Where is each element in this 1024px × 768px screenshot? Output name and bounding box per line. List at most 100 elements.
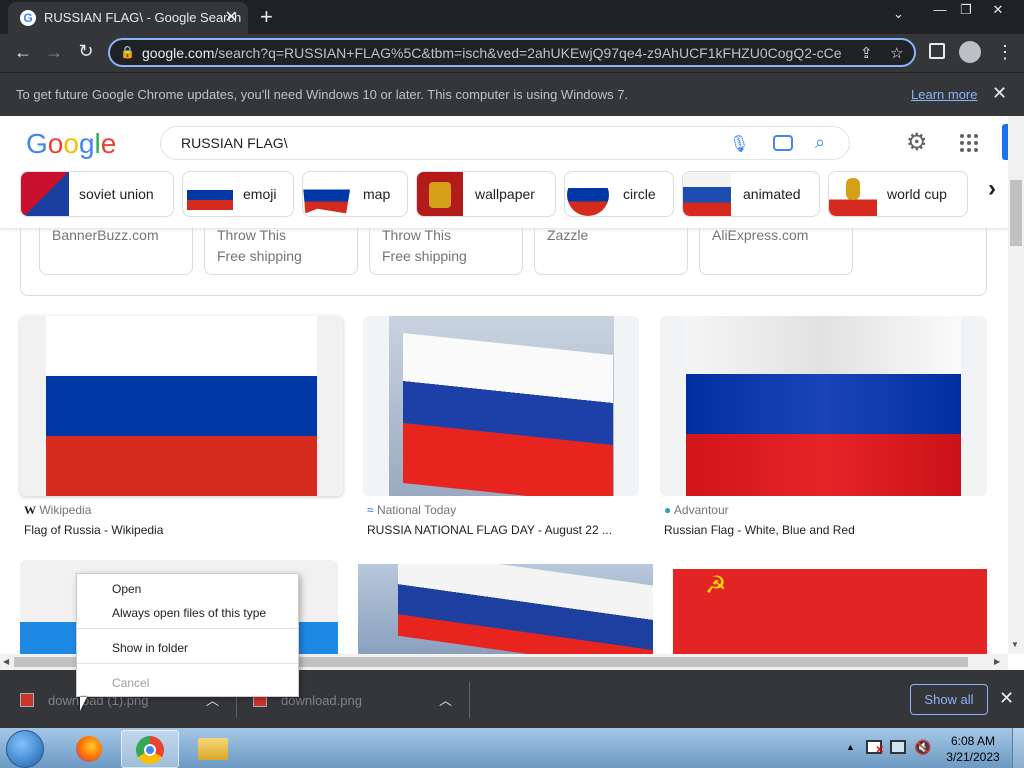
waving-flag	[403, 332, 613, 496]
learn-more-link[interactable]: Learn more	[911, 87, 977, 102]
firefox-icon	[76, 736, 102, 762]
image-result-advantour[interactable]	[660, 316, 987, 496]
close-window-button[interactable]: ✕	[982, 0, 1014, 20]
chip-label: map	[363, 186, 391, 202]
menu-item-open[interactable]: Open	[112, 582, 141, 596]
result-source[interactable]: ≈ National Today	[367, 503, 456, 517]
camera-lens-icon[interactable]	[773, 135, 793, 151]
browser-tab[interactable]: G RUSSIAN FLAG\ - Google Search ✕	[8, 2, 248, 34]
chip-animated[interactable]: animated	[682, 171, 820, 217]
chip-soviet-union[interactable]: soviet union	[20, 171, 174, 217]
shopping-card[interactable]: Throw This Free shipping	[204, 227, 358, 275]
search-query[interactable]: RUSSIAN FLAG\	[181, 135, 288, 151]
card-store: Zazzle	[547, 227, 589, 243]
card-store: Throw This	[217, 227, 286, 243]
action-center-flag-icon[interactable]: ✕	[866, 740, 884, 756]
infobar-message: To get future Google Chrome updates, you…	[16, 87, 629, 102]
share-icon[interactable]: ⇪	[860, 44, 873, 62]
shopping-card[interactable]: Throw This Free shipping	[369, 227, 523, 275]
menu-separator	[77, 663, 298, 664]
result-caption[interactable]: RUSSIA NATIONAL FLAG DAY - August 22 ...	[367, 523, 612, 537]
chip-map[interactable]: map	[302, 171, 408, 217]
forward-arrow-icon[interactable]: →	[43, 42, 65, 63]
tab-search-chevron-icon[interactable]: ⌄	[893, 6, 904, 22]
card-store: AliExpress.com	[712, 227, 809, 243]
image-result-soviet-flag[interactable]: ☭	[673, 569, 987, 654]
clock-date: 3/21/2023	[946, 750, 1000, 764]
result-caption[interactable]: Flag of Russia - Wikipedia	[24, 523, 163, 537]
result-caption[interactable]: Russian Flag - White, Blue and Red	[664, 523, 855, 537]
download-shelf-close-icon[interactable]: ✕	[999, 688, 1014, 709]
taskbar-clock[interactable]: 6:08 AM 3/21/2023	[938, 733, 1008, 765]
address-bar[interactable]: 🔒 google.com/search?q=RUSSIAN+FLAG%5C&tb…	[108, 38, 916, 67]
clock-time: 6:08 AM	[950, 734, 996, 748]
menu-kebab-icon[interactable]: ⋮	[996, 42, 1014, 63]
update-infobar: To get future Google Chrome updates, you…	[0, 72, 1024, 116]
chip-thumbnail	[187, 180, 233, 210]
scroll-down-arrow-icon[interactable]: ▼	[1011, 640, 1019, 649]
card-shipping: Free shipping	[217, 248, 302, 264]
profile-avatar-icon[interactable]	[959, 41, 981, 63]
mouse-cursor-icon	[80, 697, 87, 711]
restore-button[interactable]: ❐	[950, 0, 982, 20]
search-icon[interactable]: ⌕	[815, 132, 825, 153]
chip-thumbnail	[21, 172, 69, 216]
image-result-national-today[interactable]	[363, 316, 639, 496]
chip-label: soviet union	[79, 186, 154, 202]
flag-white-stripe	[46, 316, 317, 376]
windows-start-button[interactable]	[6, 730, 44, 768]
network-icon[interactable]	[890, 740, 906, 754]
microphone-icon[interactable]: 🎙	[729, 134, 749, 154]
shopping-card[interactable]: AliExpress.com	[699, 227, 853, 275]
new-tab-button[interactable]: +	[260, 4, 273, 30]
tab-close-icon[interactable]: ✕	[225, 7, 238, 27]
chip-wallpaper[interactable]: wallpaper	[416, 171, 556, 217]
settings-gear-icon[interactable]: ⚙	[906, 128, 928, 157]
show-desktop-button[interactable]	[1012, 728, 1024, 768]
url-text: google.com/search?q=RUSSIAN+FLAG%5C&tbm=…	[142, 45, 842, 61]
vertical-scroll-thumb[interactable]	[1010, 180, 1022, 246]
chip-label: animated	[743, 186, 801, 202]
chip-thumbnail	[829, 172, 877, 216]
chips-next-chevron-icon[interactable]: ›	[976, 170, 1008, 210]
volume-muted-icon[interactable]: 🔇	[914, 739, 931, 756]
menu-item-always-open[interactable]: Always open files of this type	[112, 606, 266, 620]
apps-grid-icon[interactable]	[960, 134, 978, 152]
chip-label: wallpaper	[475, 186, 535, 202]
chevron-up-icon[interactable]: ︿	[439, 690, 452, 709]
back-arrow-icon[interactable]: ←	[12, 42, 34, 63]
image-result-wikipedia[interactable]	[20, 316, 343, 496]
menu-item-cancel[interactable]: Cancel	[112, 676, 149, 690]
card-shipping: Free shipping	[382, 248, 467, 264]
reload-icon[interactable]: ↻	[75, 41, 97, 62]
image-result-flag-5[interactable]	[358, 564, 653, 654]
show-all-button[interactable]: Show all	[910, 684, 988, 715]
png-file-icon	[20, 693, 34, 707]
scroll-right-arrow-icon[interactable]: ▶	[994, 657, 1000, 666]
shopping-card[interactable]: BannerBuzz.com	[39, 227, 193, 275]
scroll-left-arrow-icon[interactable]: ◀	[3, 657, 9, 666]
chip-emoji[interactable]: emoji	[182, 171, 294, 217]
result-source[interactable]: W Wikipedia	[24, 503, 91, 518]
shopping-card[interactable]: Zazzle	[534, 227, 688, 275]
chip-label: world cup	[887, 186, 947, 202]
taskbar-explorer[interactable]	[184, 730, 242, 768]
google-favicon-icon: G	[20, 10, 36, 26]
bookmark-star-icon[interactable]: ☆	[890, 44, 903, 62]
chip-world-cup[interactable]: world cup	[828, 171, 968, 217]
search-box[interactable]: RUSSIAN FLAG\ 🎙 ⌕	[160, 126, 850, 160]
card-store: Throw This	[382, 227, 451, 243]
tab-title: RUSSIAN FLAG\ - Google Search	[44, 10, 242, 25]
result-source[interactable]: ● Advantour	[664, 503, 729, 517]
side-panel-icon[interactable]	[929, 43, 945, 59]
google-logo[interactable]: Google	[26, 128, 116, 160]
logo-letter: g	[78, 128, 95, 159]
menu-item-show-in-folder[interactable]: Show in folder	[112, 641, 188, 655]
download-divider	[469, 682, 470, 718]
show-hidden-icons-chevron-icon[interactable]: ▲	[846, 742, 855, 752]
taskbar-firefox[interactable]	[60, 730, 118, 768]
chip-thumbnail	[567, 174, 609, 216]
infobar-close-icon[interactable]: ✕	[992, 83, 1007, 104]
taskbar-chrome[interactable]	[121, 730, 179, 768]
chip-circle[interactable]: circle	[564, 171, 674, 217]
